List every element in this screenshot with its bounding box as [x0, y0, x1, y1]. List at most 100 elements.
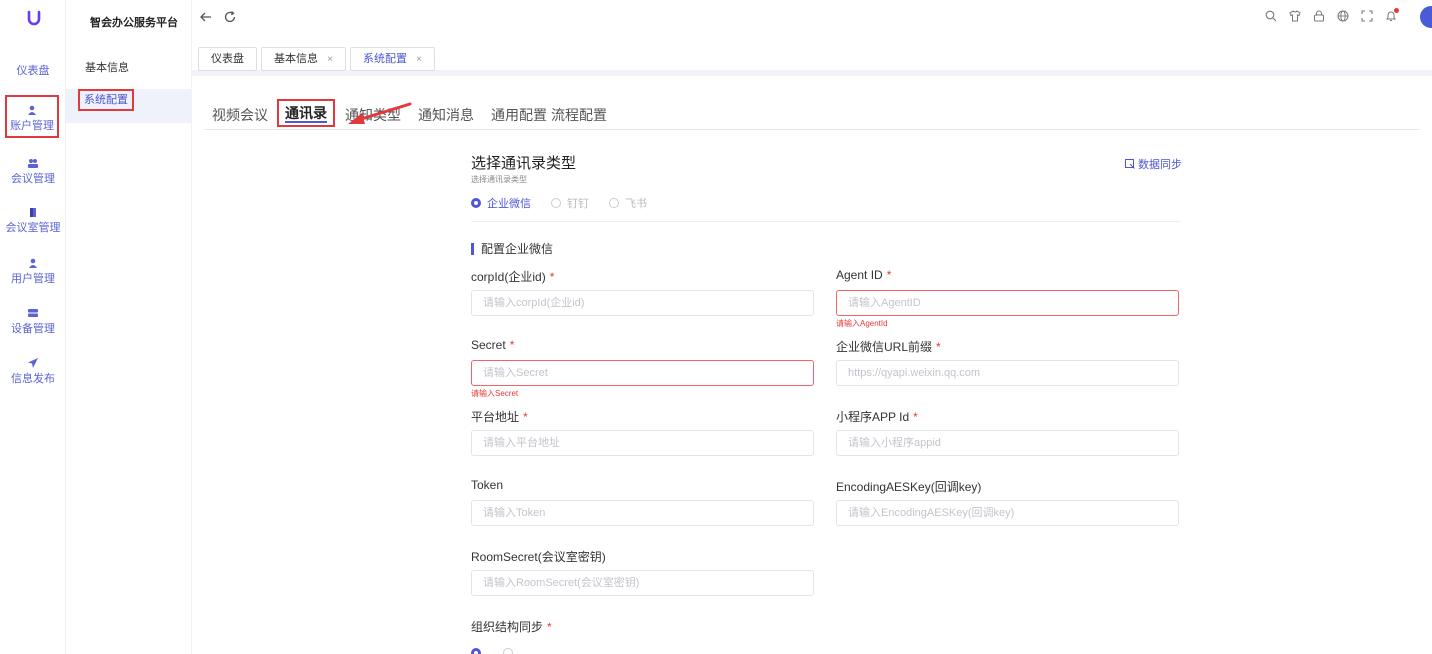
- radio-feishu[interactable]: 飞书: [609, 195, 647, 211]
- rail-item-device-management[interactable]: 设备管理: [0, 308, 66, 336]
- page-tab-label: 系统配置: [363, 53, 407, 65]
- refresh-icon[interactable]: [222, 10, 238, 26]
- rail-item-label: 会议管理: [11, 173, 55, 185]
- radio-wecom[interactable]: 企业微信: [471, 195, 531, 211]
- search-icon[interactable]: [1264, 10, 1278, 24]
- menu-item-system-config[interactable]: 系统配置: [66, 89, 192, 123]
- radio-circle: [503, 648, 513, 654]
- rail-item-dashboard[interactable]: 仪表盘: [0, 62, 66, 78]
- bell-icon[interactable]: [1384, 8, 1399, 24]
- rail-item-label: 账户管理: [10, 120, 54, 132]
- required-mark: *: [509, 338, 515, 352]
- globe-icon[interactable]: [1336, 10, 1350, 24]
- rail-item-label: 设备管理: [11, 323, 55, 335]
- lock-icon[interactable]: [1312, 10, 1326, 24]
- icon-rail: 仪表盘 账户管理 会议管理 会议室管理 用户管理 设备管理 信息发布: [0, 0, 66, 654]
- secondary-menu: 智会办公服务平台 基本信息 系统配置: [66, 0, 192, 654]
- back-arrow-icon[interactable]: [198, 10, 214, 26]
- token-input[interactable]: [471, 500, 814, 526]
- field-label-text: Agent ID: [836, 268, 883, 282]
- tab-video-conference[interactable]: 视频会议: [212, 105, 268, 125]
- page-tab-label: 基本信息: [274, 53, 318, 65]
- org-sync-label: 组织结构同步 *: [471, 618, 552, 635]
- miniapp-appid-input[interactable]: [836, 430, 1179, 456]
- field-label-text: EncodingAESKey(回调key): [836, 480, 982, 494]
- rail-item-meeting-management[interactable]: 会议管理: [0, 158, 66, 186]
- field-label-text: Secret: [471, 338, 506, 352]
- secret-error: 请输入Secret: [471, 389, 519, 398]
- org-sync-radio-off[interactable]: [503, 648, 513, 654]
- server-icon: [28, 308, 38, 318]
- radio-circle: [551, 198, 561, 208]
- platform-address-input[interactable]: [471, 430, 814, 456]
- page-tab-basic-info[interactable]: 基本信息 ×: [261, 47, 346, 71]
- tab-address-book[interactable]: 通讯录: [277, 99, 335, 127]
- page-tab-label: 仪表盘: [211, 53, 244, 65]
- tab-notification-message[interactable]: 通知消息: [418, 105, 474, 125]
- corpid-label: corpId(企业id) *: [471, 268, 554, 285]
- required-mark: *: [886, 268, 892, 282]
- radio-circle: [471, 198, 481, 208]
- top-header: [192, 0, 1432, 40]
- close-icon[interactable]: ×: [416, 54, 422, 65]
- radio-circle: [471, 648, 481, 654]
- rail-item-label: 用户管理: [11, 273, 55, 285]
- radio-label: 企业微信: [487, 198, 531, 210]
- wecom-url-prefix-label: 企业微信URL前缀 *: [836, 338, 941, 355]
- token-label: Token: [471, 478, 503, 492]
- radio-label: 飞书: [625, 198, 647, 210]
- config-tabs: 视频会议 通讯录 通知类型 通知消息 通用配置 流程配置: [204, 99, 1420, 130]
- tab-process-config[interactable]: 流程配置: [551, 105, 607, 125]
- fullscreen-icon[interactable]: [1360, 10, 1374, 24]
- org-sync-radio-on[interactable]: [471, 648, 481, 654]
- field-label-text: RoomSecret(会议室密钥): [471, 550, 606, 564]
- data-sync-label: 数据同步: [1138, 159, 1182, 171]
- main-content: 视频会议 通讯录 通知类型 通知消息 通用配置 流程配置 选择通讯录类型 选择通…: [192, 82, 1432, 654]
- header-toolbar: [1264, 8, 1416, 24]
- section-divider: [471, 221, 1180, 222]
- user-icon: [27, 105, 37, 115]
- agent-id-input[interactable]: [836, 290, 1179, 316]
- rail-item-info-publish[interactable]: 信息发布: [0, 358, 66, 386]
- field-label-text: 平台地址: [471, 410, 520, 424]
- secret-input[interactable]: [471, 360, 814, 386]
- shirt-icon[interactable]: [1288, 10, 1302, 24]
- required-mark: *: [547, 620, 552, 634]
- close-icon[interactable]: ×: [327, 54, 333, 65]
- wecom-url-prefix-input[interactable]: [836, 360, 1179, 386]
- data-sync-button[interactable]: 数据同步: [1125, 156, 1182, 172]
- section-title: 选择通讯录类型: [471, 155, 577, 172]
- room-secret-input[interactable]: [471, 570, 814, 596]
- encoding-aes-key-label: EncodingAESKey(回调key): [836, 478, 981, 495]
- secret-label: Secret *: [471, 338, 514, 352]
- door-icon: [28, 207, 38, 217]
- rail-item-account-management[interactable]: 账户管理: [5, 95, 59, 138]
- required-mark: *: [913, 410, 918, 424]
- page-tab-dashboard[interactable]: 仪表盘: [198, 47, 257, 71]
- rail-item-user-management[interactable]: 用户管理: [0, 258, 66, 286]
- notification-dot: [1394, 8, 1399, 13]
- field-label-text: 组织结构同步: [471, 620, 544, 634]
- app-title: 智会办公服务平台: [90, 17, 178, 29]
- room-secret-label: RoomSecret(会议室密钥): [471, 548, 606, 565]
- sync-icon: [1125, 159, 1135, 169]
- rail-item-label: 会议室管理: [5, 222, 61, 234]
- encoding-aes-key-input[interactable]: [836, 500, 1179, 526]
- field-label-text: corpId(企业id): [471, 270, 546, 284]
- app-logo-icon[interactable]: [27, 10, 41, 26]
- avatar[interactable]: [1420, 6, 1432, 28]
- field-label-text: Token: [471, 478, 504, 492]
- radio-label: 钉钉: [567, 198, 589, 210]
- menu-item-basic-info[interactable]: 基本信息: [66, 51, 192, 85]
- page-tabs-bar: 仪表盘 基本信息 × 系统配置 ×: [192, 40, 1432, 76]
- config-section-title: 配置企业微信: [471, 243, 553, 255]
- radio-dingtalk[interactable]: 钉钉: [551, 195, 589, 211]
- annotation-arrow-icon: [348, 102, 412, 124]
- corpid-input[interactable]: [471, 290, 814, 316]
- rail-item-meeting-room-management[interactable]: 会议室管理: [0, 207, 66, 235]
- tab-general-config[interactable]: 通用配置: [491, 105, 547, 125]
- required-mark: *: [549, 270, 555, 284]
- agent-id-label: Agent ID *: [836, 268, 891, 282]
- page-tab-system-config[interactable]: 系统配置 ×: [350, 47, 435, 71]
